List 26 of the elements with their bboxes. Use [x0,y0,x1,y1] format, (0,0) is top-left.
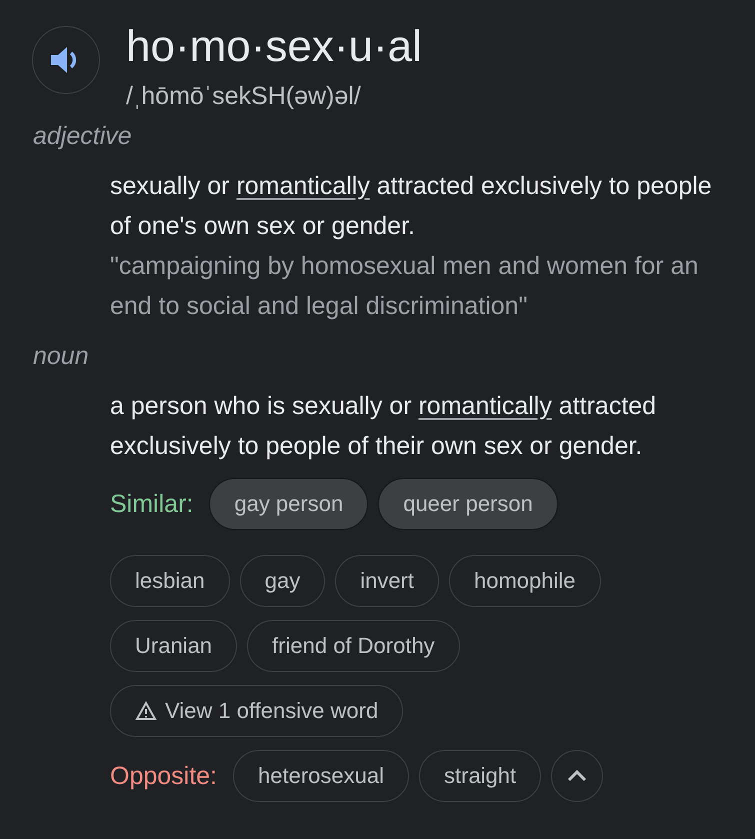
synonym-chip[interactable]: gay person [209,478,368,530]
headword: ho·mo·sex·u·al [126,22,422,72]
similar-label: Similar: [110,490,194,518]
part-of-speech: noun [32,341,90,372]
offensive-word-button[interactable]: View 1 offensive word [110,685,404,737]
synonym-chip[interactable]: lesbian [110,555,230,607]
synonym-chip[interactable]: friend of Dorothy [247,620,460,672]
chevron-up-icon [567,770,588,782]
antonym-chip[interactable]: heterosexual [233,750,409,802]
synonym-chip[interactable]: invert [335,555,439,607]
pronunciation: /ˌhōmōˈsekSH(əw)əl/ [126,81,362,112]
synonym-chip[interactable]: homophile [449,555,601,607]
part-of-speech: adjective [32,121,133,152]
definition-text: a person who is sexually or romantically attracted exclusively to people of their own sex or gender. [110,391,658,462]
warning-icon [135,701,157,721]
synonym-chip[interactable]: Uranian [110,620,238,672]
word-link[interactable]: romantically [236,172,370,200]
collapse-button[interactable] [551,750,604,802]
definition-text: sexually or romantically attracted exclusively to people of one's own sex or gender. [110,171,713,242]
antonym-chip[interactable]: straight [419,750,542,802]
speaker-button[interactable] [32,26,100,94]
word-link[interactable]: romantically [418,392,552,420]
opposite-label: Opposite: [110,762,218,790]
synonym-chip[interactable]: gay [240,555,326,607]
synonym-chip[interactable]: queer person [378,478,558,530]
example-sentence: "campaigning by homosexual men and women for an end to social and legal discrimination" [110,251,700,322]
